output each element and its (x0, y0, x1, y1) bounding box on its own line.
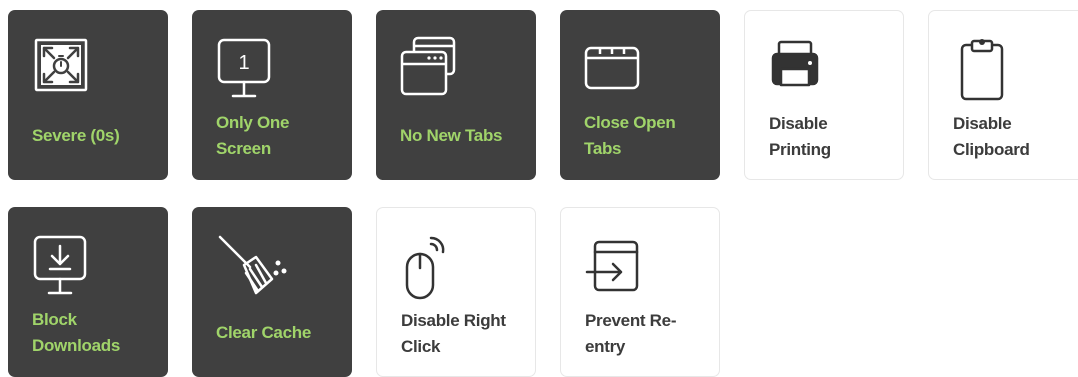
broom-icon (216, 233, 287, 299)
tile-reentry[interactable]: Prevent Re- entry (560, 207, 720, 377)
stacked-windows-icon (400, 36, 458, 102)
tile-close-tabs[interactable]: Close Open Tabs (560, 10, 720, 180)
tile-clipboard[interactable]: Disable Clipboard (928, 10, 1078, 180)
tile-severe[interactable]: Severe (0s) (8, 10, 168, 180)
tile-label: Only One Screen (216, 113, 290, 158)
tile-label: Disable Right Click (401, 311, 506, 356)
tile-no-new-tabs[interactable]: No New Tabs (376, 10, 536, 180)
tile-label: Disable Printing (769, 114, 831, 159)
download-monitor-icon (32, 233, 90, 299)
tile-downloads[interactable]: Block Downloads (8, 207, 168, 377)
tile-label: Prevent Re- entry (585, 311, 677, 356)
svg-text:1: 1 (238, 52, 249, 74)
tile-label: Block Downloads (32, 310, 120, 355)
tile-cache[interactable]: Clear Cache (192, 207, 352, 377)
tile-label: Close Open Tabs (584, 113, 676, 158)
tile-right-click[interactable]: Disable Right Click (376, 207, 536, 377)
browser-window-icon (584, 36, 642, 102)
mouse-click-icon (401, 234, 459, 300)
tile-label: Disable Clipboard (953, 114, 1030, 159)
single-monitor-icon: 1 (216, 36, 274, 102)
clipboard-icon (953, 37, 1011, 103)
tile-label: No New Tabs (400, 126, 503, 145)
tile-one-screen[interactable]: 1 Only One Screen (192, 10, 352, 180)
tile-printing[interactable]: Disable Printing (744, 10, 904, 180)
tile-label: Clear Cache (216, 323, 311, 342)
printer-icon (769, 37, 827, 103)
tile-label: Severe (0s) (32, 126, 120, 145)
enter-window-icon (585, 234, 643, 300)
expand-timer-icon (32, 36, 90, 102)
